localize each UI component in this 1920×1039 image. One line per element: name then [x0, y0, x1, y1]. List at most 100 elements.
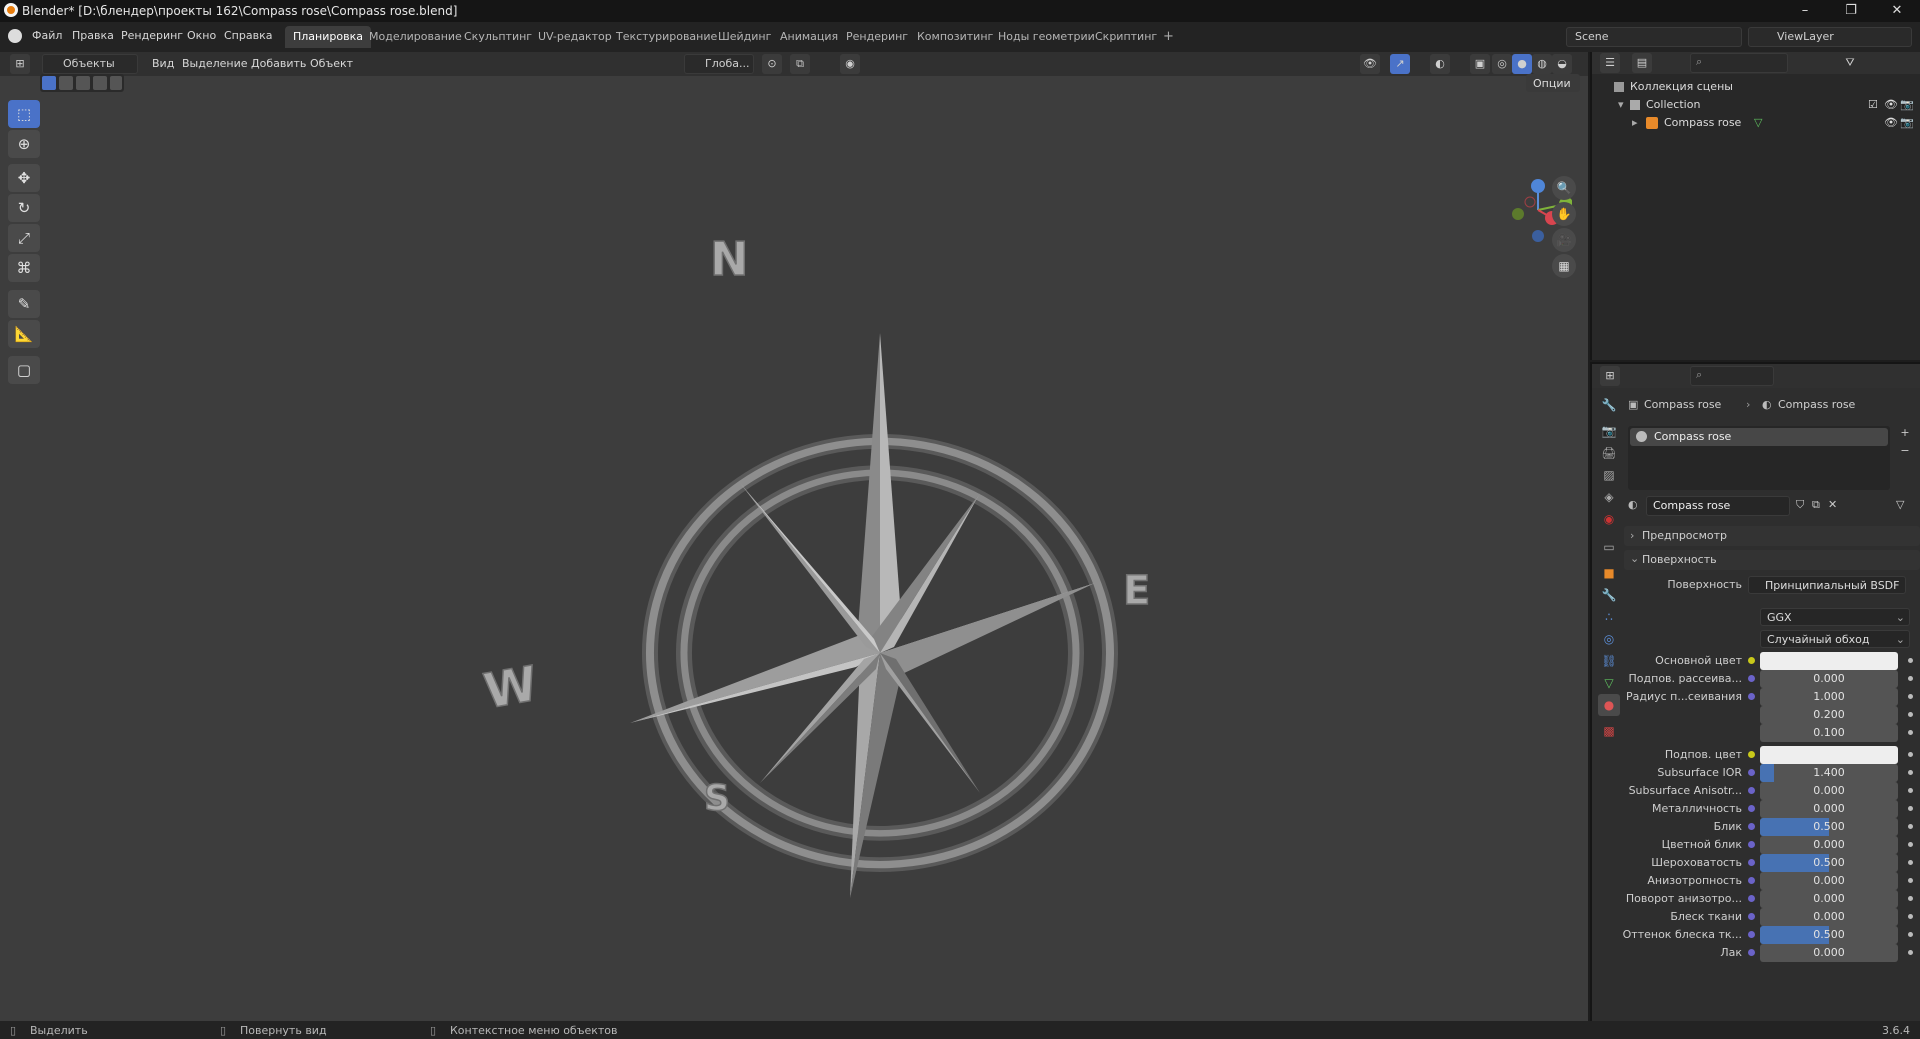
tab-geometry-nodes[interactable]: Ноды геометрии — [990, 26, 1103, 48]
output-tab-icon[interactable]: 🖨 — [1598, 442, 1620, 464]
mode-selector[interactable]: Объекты — [42, 54, 138, 74]
keyframe-dot-icon[interactable] — [1908, 896, 1913, 901]
measure-tool-icon[interactable]: 📐 — [8, 320, 40, 348]
3d-viewport[interactable]: Опции ⬚ ⊕ ✥ ↻ ⤢ ⌘ ✎ 📐 ▢ N E S W 🔍 ✋ 🎥 ▦ — [0, 74, 1588, 1021]
modifier-tab-icon[interactable]: 🔧 — [1598, 584, 1620, 606]
restore-button[interactable]: ❐ — [1828, 0, 1874, 22]
keyframe-dot-icon[interactable] — [1908, 694, 1913, 699]
scene-tab-icon[interactable]: ◈ — [1598, 486, 1620, 508]
duplicate-icon[interactable]: ⧉ — [1812, 498, 1820, 512]
numeric-field[interactable]: 1.400 — [1760, 764, 1898, 782]
numeric-field[interactable]: 0.000 — [1760, 836, 1898, 854]
options-dropdown[interactable]: Опции — [1526, 74, 1580, 92]
material-slot-row[interactable]: Compass rose — [1630, 428, 1888, 446]
transform-orientation[interactable]: Глоба... — [684, 54, 754, 74]
numeric-field[interactable]: 0.000 — [1760, 908, 1898, 926]
outliner-editor-icon[interactable]: ☰ — [1600, 53, 1620, 73]
add-workspace-icon[interactable]: + — [1155, 26, 1182, 48]
panel-preview[interactable]: › Предпросмотр — [1624, 526, 1920, 546]
compass-rose-model[interactable]: N E S W — [470, 156, 1170, 956]
numeric-field[interactable]: 0.500 — [1760, 926, 1898, 944]
socket-icon[interactable] — [1748, 895, 1755, 902]
filter-icon[interactable]: ⛛ — [1840, 53, 1860, 73]
keyframe-dot-icon[interactable] — [1908, 730, 1913, 735]
xray-icon[interactable]: ▣ — [1470, 54, 1490, 74]
numeric-field[interactable]: 0.500 — [1760, 854, 1898, 872]
socket-icon[interactable] — [1748, 931, 1755, 938]
view-layer-tab-icon[interactable]: ▨ — [1598, 464, 1620, 486]
render-camera-icon[interactable]: 📷 — [1900, 96, 1914, 114]
render-camera-icon[interactable]: 📷 — [1900, 114, 1914, 132]
tab-compositing[interactable]: Композитинг — [909, 26, 1001, 48]
numeric-field[interactable]: 0.000 — [1760, 670, 1898, 688]
tab-texture-paint[interactable]: Текстурирование — [608, 26, 725, 48]
transform-tool-icon[interactable]: ⌘ — [8, 254, 40, 282]
numeric-field[interactable]: 0.500 — [1760, 818, 1898, 836]
outliner-row-compass-rose[interactable]: ▸ Compass rose ▽ 👁 📷 — [1592, 114, 1920, 132]
properties-editor-icon[interactable]: ⊞ — [1600, 366, 1620, 386]
keyframe-dot-icon[interactable] — [1908, 752, 1913, 757]
perspective-toggle-icon[interactable]: ▦ — [1552, 254, 1576, 278]
subsurface-method-select[interactable]: Случайный обход ⌄ — [1760, 630, 1910, 648]
tab-modeling[interactable]: Моделирование — [361, 26, 470, 48]
keyframe-dot-icon[interactable] — [1908, 712, 1913, 717]
view-layer-selector[interactable]: ViewLayer — [1748, 27, 1912, 47]
socket-icon[interactable] — [1748, 751, 1755, 758]
camera-view-icon[interactable]: 🎥 — [1552, 228, 1576, 252]
add-slot-button[interactable]: + — [1896, 426, 1914, 444]
add-cube-tool-icon[interactable]: ▢ — [8, 356, 40, 384]
numeric-field[interactable]: 0.000 — [1760, 800, 1898, 818]
shading-solid-icon[interactable]: ● — [1512, 54, 1532, 74]
select-intersect-icon[interactable] — [110, 76, 122, 90]
tab-sculpting[interactable]: Скульптинг — [456, 26, 540, 48]
pivot-icon[interactable]: ⊙ — [762, 54, 782, 74]
cursor-tool-icon[interactable]: ⊕ — [8, 130, 40, 158]
expand-arrow-icon[interactable]: ▾ — [1618, 96, 1624, 114]
numeric-field[interactable]: 0.200 — [1760, 706, 1898, 724]
socket-icon[interactable] — [1748, 913, 1755, 920]
close-button[interactable]: ✕ — [1874, 0, 1920, 22]
menu-file[interactable]: Файл — [32, 29, 62, 42]
color-swatch[interactable] — [1760, 746, 1898, 764]
keyframe-dot-icon[interactable] — [1908, 806, 1913, 811]
menu-window[interactable]: Окно — [187, 29, 216, 42]
keyframe-dot-icon[interactable] — [1908, 770, 1913, 775]
object-tab-icon[interactable]: ■ — [1598, 562, 1620, 584]
socket-icon[interactable] — [1748, 841, 1755, 848]
material-name-field[interactable]: Compass rose — [1646, 496, 1790, 516]
menu-help[interactable]: Справка — [224, 29, 272, 42]
tab-layout[interactable]: Планировка — [285, 26, 371, 48]
socket-icon[interactable] — [1748, 859, 1755, 866]
panel-surface[interactable]: ⌄ Поверхность — [1624, 550, 1920, 570]
menu-edit[interactable]: Правка — [72, 29, 114, 42]
fake-user-icon[interactable]: ⛉ — [1796, 498, 1804, 512]
proportional-edit-icon[interactable]: ◉ — [840, 54, 860, 74]
move-tool-icon[interactable]: ✥ — [8, 164, 40, 192]
socket-icon[interactable] — [1748, 949, 1755, 956]
tool-tab-icon[interactable]: 🔧 — [1598, 394, 1620, 416]
menu-render[interactable]: Рендеринг — [121, 29, 183, 42]
keyframe-dot-icon[interactable] — [1908, 932, 1913, 937]
keyframe-dot-icon[interactable] — [1908, 676, 1913, 681]
tab-animation[interactable]: Анимация — [772, 26, 846, 48]
socket-icon[interactable] — [1748, 877, 1755, 884]
socket-icon[interactable] — [1748, 675, 1755, 682]
eye-icon[interactable]: 👁 — [1884, 96, 1898, 114]
display-mode-icon[interactable]: ▤ — [1632, 53, 1652, 73]
numeric-field[interactable]: 0.000 — [1760, 944, 1898, 962]
keyframe-dot-icon[interactable] — [1908, 842, 1913, 847]
numeric-field[interactable]: 1.000 — [1760, 688, 1898, 706]
pan-icon[interactable]: ✋ — [1552, 202, 1576, 226]
editor-type-icon[interactable]: ⊞ — [10, 54, 30, 74]
numeric-field[interactable]: 0.000 — [1760, 890, 1898, 908]
browse-material-icon[interactable]: ◐ — [1628, 498, 1638, 511]
numeric-field[interactable]: 0.100 — [1760, 724, 1898, 742]
select-invert-icon[interactable] — [93, 76, 107, 90]
blender-menu-icon[interactable] — [8, 29, 22, 43]
select-extend-icon[interactable] — [59, 76, 73, 90]
socket-icon[interactable] — [1748, 787, 1755, 794]
world-tab-icon[interactable]: ◉ — [1598, 508, 1620, 530]
outliner-search-input[interactable]: ⌕ — [1690, 53, 1788, 73]
keyframe-dot-icon[interactable] — [1908, 860, 1913, 865]
exclude-checkbox-icon[interactable]: ☑ — [1868, 96, 1878, 114]
